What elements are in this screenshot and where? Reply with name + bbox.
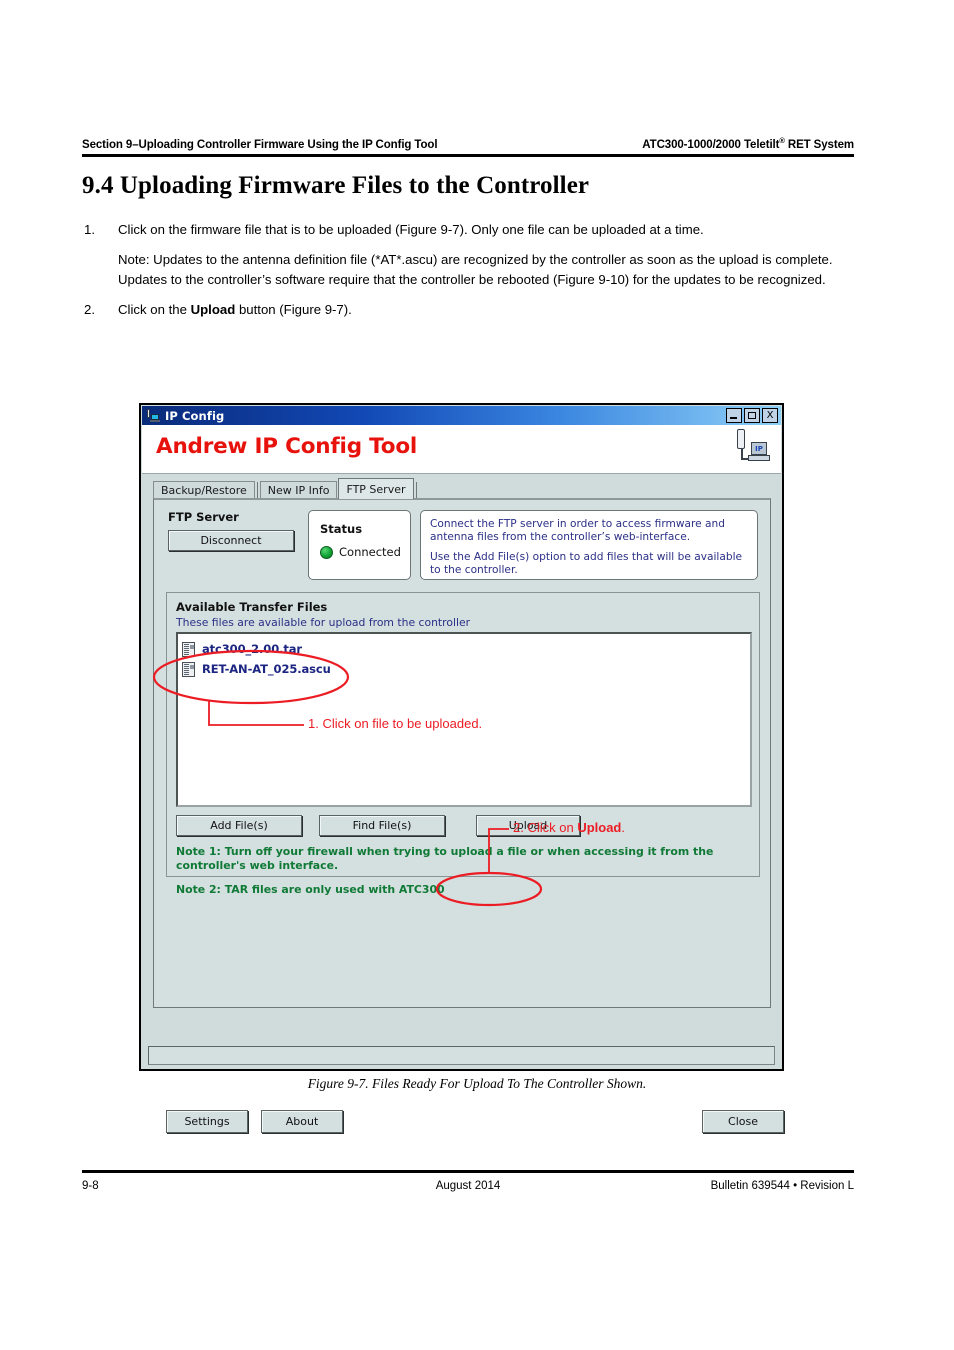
file-icon bbox=[182, 661, 195, 677]
window-statusbar bbox=[148, 1046, 775, 1065]
info-box: Connect the FTP server in order to acces… bbox=[420, 510, 758, 580]
list-item-number: 2. bbox=[84, 301, 95, 317]
minimize-button[interactable] bbox=[726, 408, 742, 423]
available-transfer-files-subtitle: These files are available for upload fro… bbox=[176, 616, 471, 629]
footer-right: Bulletin 639544 • Revision L bbox=[710, 1180, 854, 1192]
tab-backup-restore[interactable]: Backup/Restore bbox=[153, 481, 255, 499]
footer-rule bbox=[82, 1170, 854, 1173]
brand-title: Andrew IP Config Tool bbox=[156, 434, 418, 459]
list-item-number: 1. bbox=[84, 222, 95, 237]
file-name: atc300_2.00.tar bbox=[202, 642, 303, 656]
page-title: 9.4 Uploading Firmware Files to the Cont… bbox=[82, 172, 590, 199]
disconnect-button[interactable]: Disconnect bbox=[168, 530, 294, 551]
instruction-list: 1. Click on the firmware file that is to… bbox=[82, 220, 854, 322]
brand-bar: Andrew IP Config Tool IP bbox=[142, 425, 781, 474]
info-line-1: Connect the FTP server in order to acces… bbox=[430, 518, 725, 543]
note-1: Note 1: Turn off your firewall when tryi… bbox=[176, 845, 714, 872]
running-head: Section 9–Uploading Controller Firmware … bbox=[82, 136, 854, 151]
footer-page-number: 9-8 bbox=[82, 1180, 99, 1192]
window-controls: X bbox=[726, 408, 778, 423]
tab-divider bbox=[256, 482, 258, 499]
brand-icon-label: IP bbox=[755, 444, 763, 453]
running-head-right: ATC300-1000/2000 Teletilt® RET System bbox=[642, 136, 854, 151]
info-line-2: Use the Add File(s) option to add files … bbox=[430, 551, 743, 576]
tab-ftp-server[interactable]: FTP Server bbox=[338, 478, 414, 499]
running-head-rule bbox=[82, 154, 854, 157]
find-files-button[interactable]: Find File(s) bbox=[319, 815, 445, 836]
list-item-text: Click on the firmware file that is to be… bbox=[118, 222, 704, 237]
close-glyph: X bbox=[766, 410, 774, 421]
about-button[interactable]: About bbox=[261, 1110, 343, 1133]
window-titlebar: IP Config X bbox=[142, 406, 781, 425]
figure-caption: Figure 9-7. Files Ready For Upload To Th… bbox=[307, 1076, 647, 1091]
document-page: Section 9–Uploading Controller Firmware … bbox=[0, 0, 954, 1350]
andrew-device-icon: IP bbox=[731, 427, 770, 472]
status-label: Status bbox=[320, 522, 363, 536]
status-value: Connected bbox=[339, 545, 401, 559]
available-transfer-files-group: Available Transfer Files These files are… bbox=[166, 592, 760, 896]
maximize-button[interactable] bbox=[744, 408, 760, 423]
file-name: RET-AN-AT_025.ascu bbox=[202, 662, 331, 676]
list-item: 2. Click on the Upload button (Figure 9-… bbox=[82, 300, 854, 321]
tab-new-ip-info[interactable]: New IP Info bbox=[259, 481, 338, 499]
running-head-right-tail: RET System bbox=[784, 138, 854, 151]
note-2: Note 2: TAR files are only used with ATC… bbox=[176, 883, 445, 896]
ftp-server-group-label: FTP Server bbox=[168, 510, 239, 524]
callout-2-text: 2. Click on Upload. bbox=[513, 820, 625, 835]
running-head-right-main: ATC300-1000/2000 Teletilt bbox=[642, 138, 780, 151]
close-icon[interactable]: X bbox=[762, 408, 778, 423]
add-files-button[interactable]: Add File(s) bbox=[176, 815, 302, 836]
step2-pre: Click on the bbox=[118, 301, 191, 317]
running-head-left: Section 9–Uploading Controller Firmware … bbox=[82, 138, 438, 151]
ip-config-window-screenshot: IP Config X Andrew IP Config Tool IP Bac… bbox=[139, 403, 784, 1133]
callout-2-pre: 2. Click on bbox=[513, 820, 578, 835]
list-item[interactable]: atc300_2.00.tar bbox=[182, 639, 746, 659]
available-transfer-files-label: Available Transfer Files bbox=[176, 600, 328, 614]
ftp-server-panel: FTP Server Disconnect Status Connected C… bbox=[153, 498, 784, 1133]
callout-2-bold: Upload bbox=[577, 820, 622, 835]
tab-bar: Backup/Restore New IP Info FTP Server bbox=[153, 478, 771, 499]
step2-post: button (Figure 9-7). bbox=[235, 301, 352, 317]
list-item-text: Click on the Upload button (Figure 9-7). bbox=[118, 300, 854, 321]
status-led-icon bbox=[320, 545, 333, 559]
status-box: Status Connected bbox=[308, 510, 411, 580]
note-paragraph: Note: Updates to the antenna definition … bbox=[118, 251, 833, 288]
notes-area: Note 1: Turn off your firewall when tryi… bbox=[176, 845, 736, 897]
callout-2-post: . bbox=[621, 820, 625, 835]
settings-button[interactable]: Settings bbox=[166, 1110, 248, 1133]
page-footer: August 2014 9-8 Bulletin 639544 • Revisi… bbox=[82, 1180, 854, 1196]
antenna-computer-icon bbox=[146, 409, 160, 422]
status-badge: Connected bbox=[320, 545, 401, 559]
list-item[interactable]: RET-AN-AT_025.ascu bbox=[182, 659, 746, 679]
close-button[interactable]: Close bbox=[702, 1110, 784, 1133]
dialog-footer-buttons: Settings About Close bbox=[166, 1110, 784, 1136]
list-item: 1. Click on the firmware file that is to… bbox=[82, 220, 854, 241]
tab-divider bbox=[415, 482, 417, 499]
window-title: IP Config bbox=[165, 408, 225, 423]
step2-bold: Upload bbox=[190, 301, 236, 317]
callout-1-text: 1. Click on file to be uploaded. bbox=[308, 716, 483, 731]
file-icon bbox=[182, 641, 195, 657]
